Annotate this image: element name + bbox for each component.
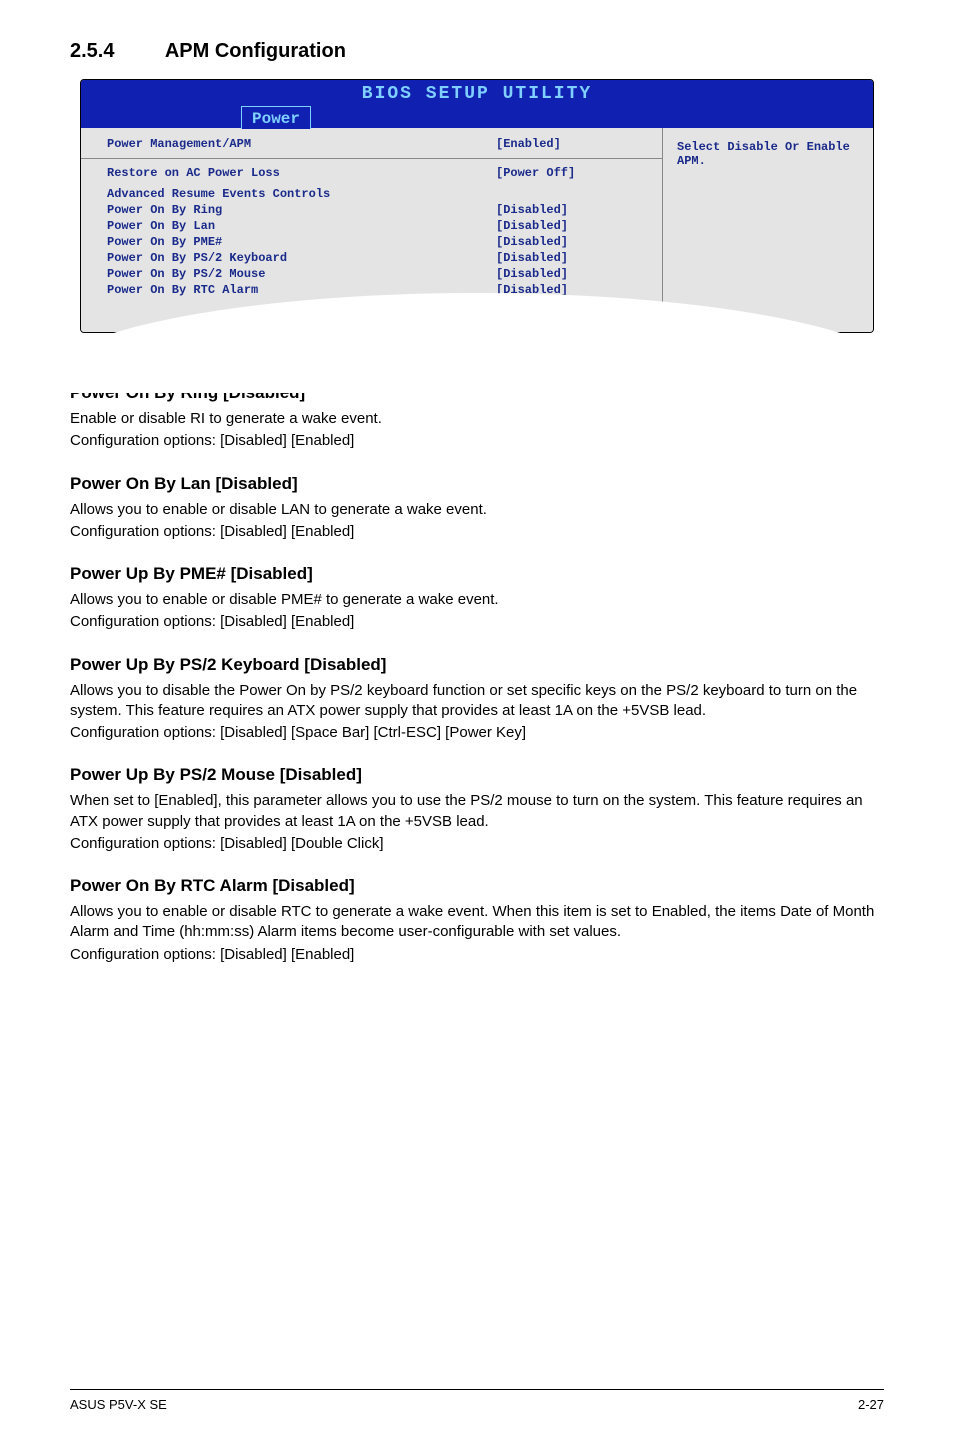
bios-help-text: Select Disable Or Enable APM. (677, 140, 859, 168)
bios-label: Restore on AC Power Loss (107, 166, 496, 180)
paragraph: Configuration options: [Disabled] [Enabl… (70, 945, 884, 965)
section-name: APM Configuration (165, 40, 346, 62)
bios-tab-power: Power (241, 106, 311, 129)
bios-value: [Disabled] (496, 251, 646, 265)
paragraph: Allows you to enable or disable PME# to … (70, 590, 884, 610)
footer-divider (70, 1389, 884, 1390)
bios-row-power-mgmt: Power Management/APM [Enabled] (107, 136, 646, 152)
bios-label: Power On By PME# (107, 235, 496, 249)
bios-header: BIOS SETUP UTILITY Power (81, 80, 873, 128)
bios-adv-heading: Advanced Resume Events Controls (107, 187, 646, 201)
section-title: 2.5.4 APM Configuration (70, 40, 884, 63)
paragraph: Allows you to enable or disable LAN to g… (70, 500, 884, 520)
bios-row: Power On By Ring [Disabled] (107, 202, 646, 218)
bios-label: Power On By Lan (107, 219, 496, 233)
paragraph: Configuration options: [Disabled] [Doubl… (70, 834, 884, 854)
paragraph: Enable or disable RI to generate a wake … (70, 409, 884, 429)
bios-divider (81, 158, 662, 159)
paragraph: When set to [Enabled], this parameter al… (70, 791, 884, 832)
subheading: Power On By RTC Alarm [Disabled] (70, 876, 884, 896)
section-number: 2.5.4 (70, 40, 160, 63)
paragraph: Configuration options: [Disabled] [Enabl… (70, 612, 884, 632)
subheading: Power Up By PS/2 Keyboard [Disabled] (70, 655, 884, 675)
paragraph: Configuration options: [Disabled] [Enabl… (70, 431, 884, 451)
bios-value: [Power Off] (496, 166, 646, 180)
bios-row-restore: Restore on AC Power Loss [Power Off] (107, 165, 646, 181)
subheading: Power On By Lan [Disabled] (70, 474, 884, 494)
bios-value: [Disabled] (496, 219, 646, 233)
paragraph: Configuration options: [Disabled] [Space… (70, 723, 884, 743)
paragraph: Configuration options: [Disabled] [Enabl… (70, 522, 884, 542)
subheading: Power Up By PS/2 Mouse [Disabled] (70, 765, 884, 785)
bios-row: Power On By Lan [Disabled] (107, 218, 646, 234)
bios-value: [Disabled] (496, 267, 646, 281)
footer-product: ASUS P5V-X SE (70, 1397, 167, 1412)
paragraph: Allows you to enable or disable RTC to g… (70, 902, 884, 943)
bios-label: Power On By PS/2 Mouse (107, 267, 496, 281)
paragraph: Allows you to disable the Power On by PS… (70, 681, 884, 722)
bios-row: Power On By PS/2 Keyboard [Disabled] (107, 250, 646, 266)
bios-screenshot-wrapper: BIOS SETUP UTILITY Power Power Managemen… (70, 79, 884, 333)
bios-help-pane: Select Disable Or Enable APM. (663, 128, 873, 332)
bios-row: Power On By PME# [Disabled] (107, 234, 646, 250)
bios-row: Power On By PS/2 Mouse [Disabled] (107, 266, 646, 282)
bios-label: Power On By PS/2 Keyboard (107, 251, 496, 265)
bios-title: BIOS SETUP UTILITY (362, 84, 592, 104)
bios-value: [Disabled] (496, 235, 646, 249)
bios-label: Power On By Ring (107, 203, 496, 217)
footer-page-number: 2-27 (858, 1397, 884, 1412)
bios-value: [Enabled] (496, 137, 646, 151)
subheading: Power Up By PME# [Disabled] (70, 564, 884, 584)
bios-value: [Disabled] (496, 203, 646, 217)
bios-label: Power Management/APM (107, 137, 496, 151)
